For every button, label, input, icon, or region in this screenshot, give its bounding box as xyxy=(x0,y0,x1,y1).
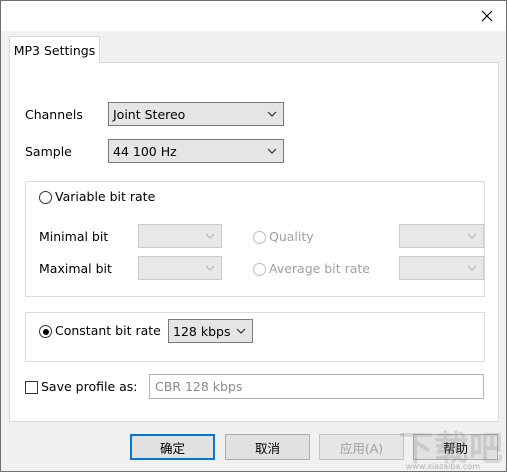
average-bitrate-select[interactable] xyxy=(399,256,484,280)
constant-bitrate-value: 128 kbps xyxy=(173,323,231,339)
title-bar xyxy=(1,1,506,31)
apply-button-label: 应用(A) xyxy=(339,440,384,456)
apply-button[interactable]: 应用(A) xyxy=(319,434,404,460)
minimal-bit-label: Minimal bit xyxy=(39,229,109,244)
profile-name-placeholder: CBR 128 kbps xyxy=(155,379,243,394)
close-button[interactable] xyxy=(472,1,502,31)
chevron-down-icon xyxy=(205,265,215,271)
variable-bitrate-label: Variable bit rate xyxy=(55,189,156,204)
save-profile-label: Save profile as: xyxy=(41,379,138,394)
maximal-bit-label: Maximal bit xyxy=(39,261,112,276)
chevron-down-icon xyxy=(467,233,477,239)
chevron-down-icon xyxy=(236,328,246,334)
ok-button[interactable]: 确定 xyxy=(130,434,215,460)
quality-radio[interactable] xyxy=(253,231,266,244)
constant-bitrate-radio[interactable] xyxy=(39,325,52,338)
minimal-bit-select[interactable] xyxy=(138,224,222,248)
mp3-settings-dialog: MP3 Settings Channels Joint Stereo Sampl… xyxy=(0,0,507,472)
help-button[interactable]: 帮助 xyxy=(413,434,498,460)
chevron-down-icon xyxy=(205,233,215,239)
sample-value: 44 100 Hz xyxy=(113,143,177,159)
average-bitrate-radio[interactable] xyxy=(253,263,266,276)
help-button-label: 帮助 xyxy=(442,440,468,456)
save-profile-checkbox[interactable] xyxy=(25,381,38,394)
chevron-down-icon xyxy=(467,265,477,271)
ok-button-label: 确定 xyxy=(159,440,185,456)
sample-select[interactable]: 44 100 Hz xyxy=(108,139,284,163)
chevron-down-icon xyxy=(267,111,277,117)
average-bitrate-label: Average bit rate xyxy=(269,261,370,276)
maximal-bit-select[interactable] xyxy=(138,256,222,280)
channels-value: Joint Stereo xyxy=(113,106,186,122)
watermark-url: www.xiazaiba.com xyxy=(405,462,480,471)
quality-label: Quality xyxy=(269,229,314,244)
cancel-button-label: 取消 xyxy=(254,440,280,456)
close-icon xyxy=(481,10,493,22)
quality-select[interactable] xyxy=(399,224,484,248)
constant-bitrate-label: Constant bit rate xyxy=(55,323,161,338)
channels-select[interactable]: Joint Stereo xyxy=(108,102,284,126)
channels-label: Channels xyxy=(25,107,83,122)
constant-bitrate-select[interactable]: 128 kbps xyxy=(168,319,253,343)
chevron-down-icon xyxy=(267,148,277,154)
variable-bitrate-radio[interactable] xyxy=(39,191,52,204)
cancel-button[interactable]: 取消 xyxy=(225,434,310,460)
sample-label: Sample xyxy=(25,144,72,159)
tab-mp3-settings[interactable]: MP3 Settings xyxy=(9,36,100,63)
profile-name-input[interactable]: CBR 128 kbps xyxy=(149,374,484,399)
tab-label: MP3 Settings xyxy=(13,42,96,58)
